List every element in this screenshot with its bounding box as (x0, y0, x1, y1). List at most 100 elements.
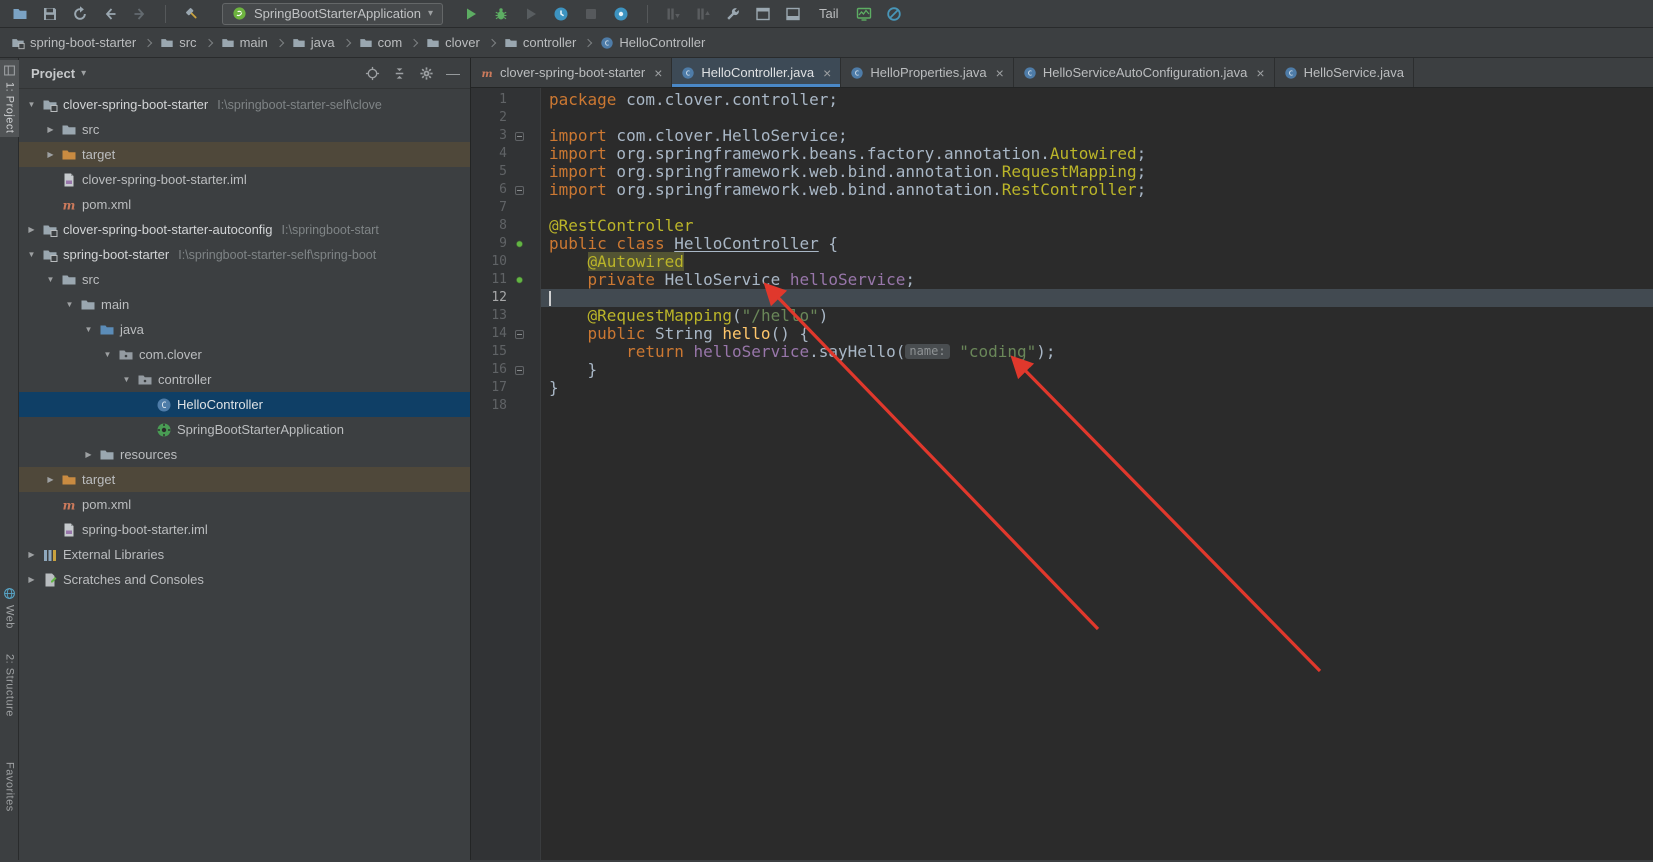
tree-item-springbootstarterapplication[interactable]: SpringBootStarterApplication (19, 417, 470, 442)
fold-marker-icon[interactable] (515, 330, 524, 339)
tool-tab-web[interactable]: Web (0, 583, 19, 633)
expander-expanded-icon[interactable]: ▼ (118, 375, 135, 384)
code-line-11[interactable]: 11 private HelloService helloService; (471, 271, 1653, 289)
code-line-4[interactable]: 4import org.springframework.beans.factor… (471, 145, 1653, 163)
forward-button[interactable] (126, 2, 153, 25)
layout-columns-button-2[interactable] (690, 2, 717, 25)
breadcrumb-item-HelloController[interactable]: CHelloController (597, 33, 708, 52)
tree-item-spring-boot-starter-iml[interactable]: spring-boot-starter.iml (19, 517, 470, 542)
tool-tab-1-project[interactable]: 1: Project (0, 60, 19, 137)
expander-expanded-icon[interactable]: ▼ (61, 300, 78, 309)
expander-collapsed-icon[interactable]: ▶ (23, 225, 40, 234)
stop-button[interactable] (578, 2, 605, 25)
do-not-disturb-button[interactable] (880, 2, 907, 25)
code-line-6[interactable]: 6import org.springframework.web.bind.ann… (471, 181, 1653, 199)
build-project-button[interactable] (178, 2, 205, 25)
layout-columns-button-1[interactable] (660, 2, 687, 25)
tree-item-hellocontroller[interactable]: CHelloController (19, 392, 470, 417)
tree-item-external-libraries[interactable]: ▶External Libraries (19, 542, 470, 567)
tree-item-com-clover[interactable]: ▼com.clover (19, 342, 470, 367)
code-line-1[interactable]: 1package com.clover.controller; (471, 91, 1653, 109)
editor-tab-clover-spring-boot-starter[interactable]: mclover-spring-boot-starter× (471, 58, 672, 87)
breadcrumb-item-com[interactable]: com (356, 33, 406, 52)
fold-marker-icon[interactable] (515, 132, 524, 141)
breadcrumb-item-java[interactable]: java (289, 33, 338, 52)
refresh-button[interactable] (66, 2, 93, 25)
editor-tab-helloserviceautoconfiguration-java[interactable]: CHelloServiceAutoConfiguration.java× (1014, 58, 1275, 87)
profiler-button[interactable] (548, 2, 575, 25)
expander-expanded-icon[interactable]: ▼ (42, 275, 59, 284)
wrench-button[interactable] (720, 2, 747, 25)
tool-window-alt-button[interactable] (780, 2, 807, 25)
breadcrumb-item-spring-boot-starter[interactable]: spring-boot-starter (8, 33, 139, 52)
code-line-14[interactable]: 14 public String hello() { (471, 325, 1653, 343)
editor-tab-hellocontroller-java[interactable]: CHelloController.java× (672, 58, 841, 87)
tree-item-controller[interactable]: ▼controller (19, 367, 470, 392)
expander-expanded-icon[interactable]: ▼ (23, 100, 40, 109)
spring-bean-icon[interactable] (514, 239, 525, 250)
spring-bean-icon[interactable] (514, 275, 525, 286)
code-line-18[interactable]: 18 (471, 397, 1653, 415)
locate-file-button[interactable] (365, 66, 380, 81)
fold-marker-icon[interactable] (515, 186, 524, 195)
tree-item-java[interactable]: ▼java (19, 317, 470, 342)
code-line-15[interactable]: 15 return helloService.sayHello(name: "c… (471, 343, 1653, 361)
tree-item-target[interactable]: ▶target (19, 467, 470, 492)
breadcrumb-item-main[interactable]: main (218, 33, 271, 52)
code-editor[interactable]: 1package com.clover.controller;23import … (471, 88, 1653, 860)
close-icon[interactable]: × (654, 66, 662, 80)
project-view-selector[interactable]: Project ▾ (31, 66, 86, 81)
code-line-8[interactable]: 8@RestController (471, 217, 1653, 235)
tree-item-clover-spring-boot-starter-autoconfig[interactable]: ▶clover-spring-boot-starter-autoconfigI:… (19, 217, 470, 242)
tree-item-spring-boot-starter[interactable]: ▼spring-boot-starterI:\springboot-starte… (19, 242, 470, 267)
code-line-5[interactable]: 5import org.springframework.web.bind.ann… (471, 163, 1653, 181)
tool-window-button[interactable] (750, 2, 777, 25)
collapse-all-button[interactable] (392, 66, 407, 81)
tool-tab-2-structure[interactable]: 2: Structure (0, 650, 19, 721)
code-line-16[interactable]: 16 } (471, 361, 1653, 379)
expander-expanded-icon[interactable]: ▼ (23, 250, 40, 259)
tree-item-src[interactable]: ▼src (19, 267, 470, 292)
debug-button[interactable] (488, 2, 515, 25)
expander-collapsed-icon[interactable]: ▶ (80, 450, 97, 459)
breadcrumb-item-src[interactable]: src (157, 33, 199, 52)
tree-item-pom-xml[interactable]: mpom.xml (19, 492, 470, 517)
expander-expanded-icon[interactable]: ▼ (99, 350, 116, 359)
fold-marker-icon[interactable] (515, 366, 524, 375)
expander-collapsed-icon[interactable]: ▶ (23, 575, 40, 584)
code-line-2[interactable]: 2 (471, 109, 1653, 127)
expander-collapsed-icon[interactable]: ▶ (42, 125, 59, 134)
code-line-12[interactable]: 12 (471, 289, 1653, 307)
run-anything-button[interactable] (608, 2, 635, 25)
expander-collapsed-icon[interactable]: ▶ (23, 550, 40, 559)
tree-item-scratches-and-consoles[interactable]: ▶Scratches and Consoles (19, 567, 470, 592)
code-line-13[interactable]: 13 @RequestMapping("/hello") (471, 307, 1653, 325)
code-line-10[interactable]: 10 @Autowired (471, 253, 1653, 271)
expander-collapsed-icon[interactable]: ▶ (42, 475, 59, 484)
run-button[interactable] (458, 2, 485, 25)
hide-panel-button[interactable]: — (446, 65, 460, 81)
tree-item-src[interactable]: ▶src (19, 117, 470, 142)
tree-item-clover-spring-boot-starter-iml[interactable]: clover-spring-boot-starter.iml (19, 167, 470, 192)
save-all-button[interactable] (36, 2, 63, 25)
code-line-9[interactable]: 9public class HelloController { (471, 235, 1653, 253)
close-icon[interactable]: × (996, 66, 1004, 80)
editor-tab-helloproperties-java[interactable]: CHelloProperties.java× (841, 58, 1014, 87)
settings-gear-button[interactable] (419, 66, 434, 81)
tree-item-clover-spring-boot-starter[interactable]: ▼clover-spring-boot-starterI:\springboot… (19, 92, 470, 117)
tool-tab-favorites[interactable]: Favorites (0, 758, 19, 816)
back-button[interactable] (96, 2, 123, 25)
code-line-7[interactable]: 7 (471, 199, 1653, 217)
tail-menu[interactable]: Tail (819, 6, 839, 21)
breadcrumb-item-controller[interactable]: controller (501, 33, 579, 52)
monitor-button[interactable] (850, 2, 877, 25)
run-config-select[interactable]: SpringBootStarterApplication▾ (222, 3, 443, 25)
code-line-3[interactable]: 3import com.clover.HelloService; (471, 127, 1653, 145)
open-project-button[interactable] (6, 2, 33, 25)
close-icon[interactable]: × (1256, 66, 1264, 80)
tree-item-target[interactable]: ▶target (19, 142, 470, 167)
expander-collapsed-icon[interactable]: ▶ (42, 150, 59, 159)
tree-item-pom-xml[interactable]: mpom.xml (19, 192, 470, 217)
breadcrumb-item-clover[interactable]: clover (423, 33, 483, 52)
tree-item-main[interactable]: ▼main (19, 292, 470, 317)
